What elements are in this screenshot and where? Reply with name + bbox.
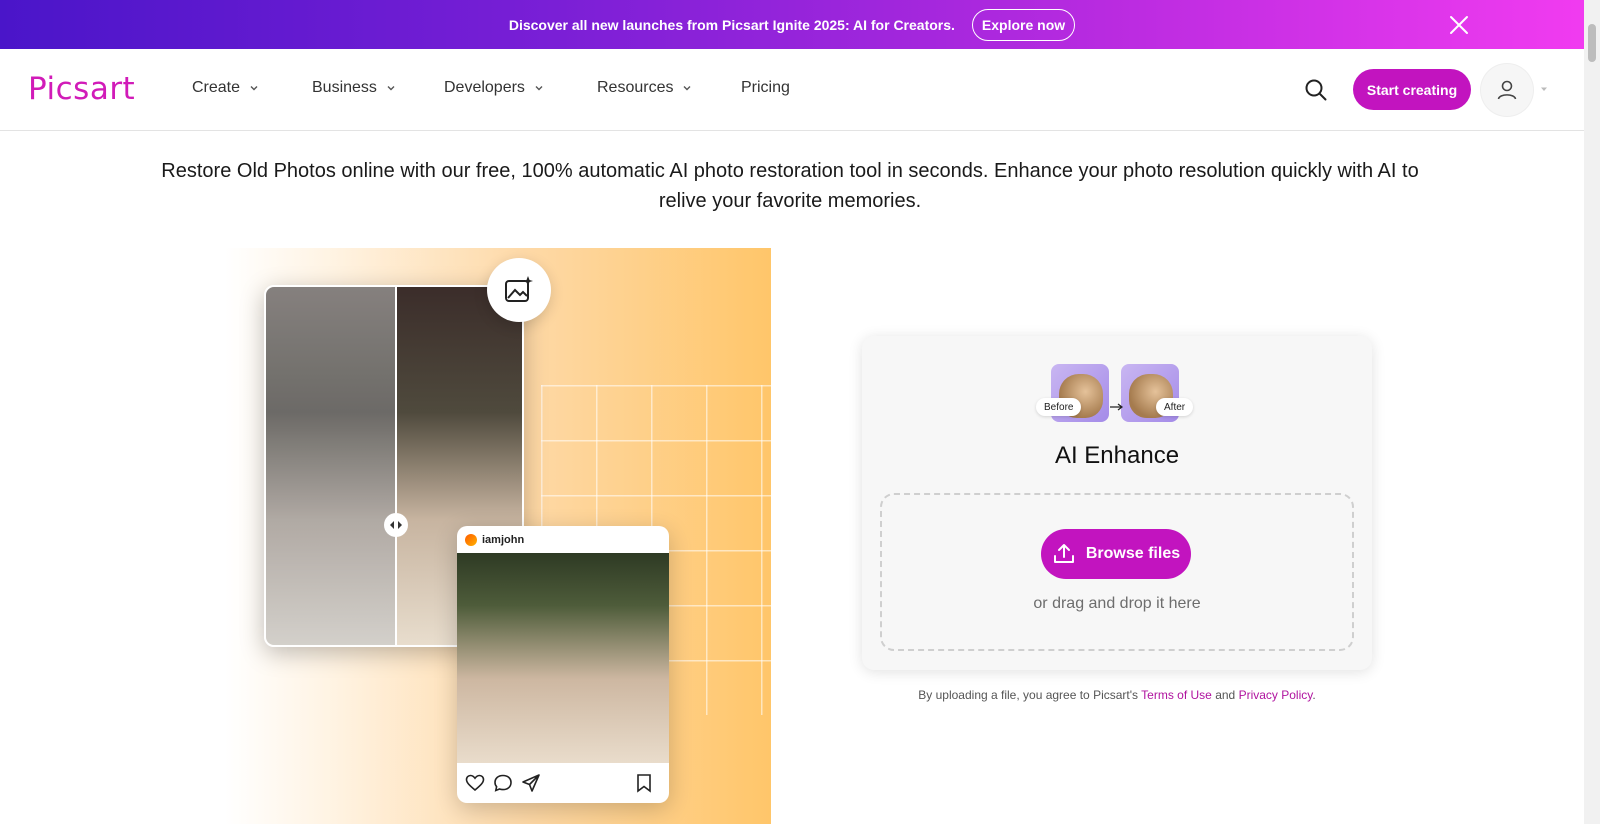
legal-notice: By uploading a file, you agree to Picsar…: [862, 688, 1372, 702]
tool-title: AI Enhance: [1054, 442, 1180, 469]
close-icon[interactable]: [1448, 14, 1470, 36]
arrow-right-icon: [1110, 403, 1123, 411]
bookmark-icon: [637, 774, 651, 793]
privacy-policy-link[interactable]: Privacy Policy: [1239, 688, 1313, 702]
comparison-slider-handle[interactable]: [384, 513, 408, 537]
arrows-horizontal-icon: [390, 521, 402, 529]
chevron-down-icon: [535, 86, 543, 91]
legal-suffix: .: [1312, 688, 1316, 702]
chevron-down-icon[interactable]: [1540, 85, 1548, 93]
scrollbar-thumb[interactable]: [1588, 24, 1596, 62]
explore-now-button[interactable]: Explore now: [971, 8, 1076, 41]
post-username: iamjohn: [482, 533, 525, 546]
legal-prefix: By uploading a file, you agree to Picsar…: [918, 688, 1139, 702]
avatar[interactable]: [1481, 64, 1533, 116]
image-sparkle-icon: [505, 276, 533, 302]
file-dropzone[interactable]: Browse files or drag and drop it here: [880, 493, 1354, 651]
legal-and: and: [1215, 688, 1236, 702]
search-icon[interactable]: [1304, 78, 1328, 102]
upload-icon: [1053, 544, 1074, 563]
chevron-down-icon: [683, 86, 691, 91]
drag-drop-hint: or drag and drop it here: [1033, 595, 1201, 612]
chevron-down-icon: [387, 86, 395, 91]
post-avatar: [465, 533, 477, 546]
nav-item-label: Resources: [597, 79, 674, 96]
heart-icon: [465, 774, 485, 792]
after-tag: After: [1156, 398, 1194, 416]
nav-item-developers[interactable]: Developers: [444, 79, 543, 97]
post-header: iamjohn: [457, 526, 669, 553]
top-navigation: Picsart Create Business Developers Resou…: [0, 49, 1584, 131]
nav-item-label: Create: [192, 79, 241, 96]
promo-banner-text: Discover all new launches from Picsart I…: [508, 16, 955, 33]
picsart-logo[interactable]: Picsart: [28, 71, 135, 107]
post-actions: [457, 763, 669, 803]
terms-of-use-link[interactable]: Terms of Use: [1141, 688, 1212, 702]
send-icon: [522, 774, 540, 792]
intro-text: Restore Old Photos online with our free,…: [161, 160, 1419, 212]
hero-illustration: iamjohn: [225, 248, 771, 824]
nav-item-resources[interactable]: Resources: [597, 79, 691, 97]
post-photo: [457, 553, 669, 763]
nav-item-create[interactable]: Create: [192, 79, 258, 97]
nav-item-label: Developers: [444, 79, 525, 96]
nav-item-pricing[interactable]: Pricing: [741, 79, 790, 97]
user-icon: [1497, 80, 1517, 100]
ai-enhance-upload-card: Before After AI Enhance Browse files or …: [862, 336, 1372, 670]
comment-icon: [494, 774, 512, 792]
before-photo: [266, 287, 396, 645]
comparison-divider: [395, 287, 397, 645]
social-post-card: iamjohn: [457, 526, 669, 803]
nav-item-label: Business: [312, 79, 377, 96]
start-creating-button[interactable]: Start creating: [1353, 69, 1471, 110]
browse-files-button[interactable]: Browse files: [1041, 529, 1191, 579]
promo-banner: Discover all new launches from Picsart I…: [0, 0, 1584, 49]
page-scrollbar[interactable]: [1584, 0, 1600, 824]
browse-files-label: Browse files: [1085, 545, 1181, 562]
nav-item-label: Pricing: [741, 79, 790, 96]
before-tag: Before: [1036, 398, 1082, 416]
chevron-down-icon: [250, 86, 258, 91]
nav-item-business[interactable]: Business: [312, 79, 395, 97]
sparkle-image-sticker: [487, 258, 551, 322]
